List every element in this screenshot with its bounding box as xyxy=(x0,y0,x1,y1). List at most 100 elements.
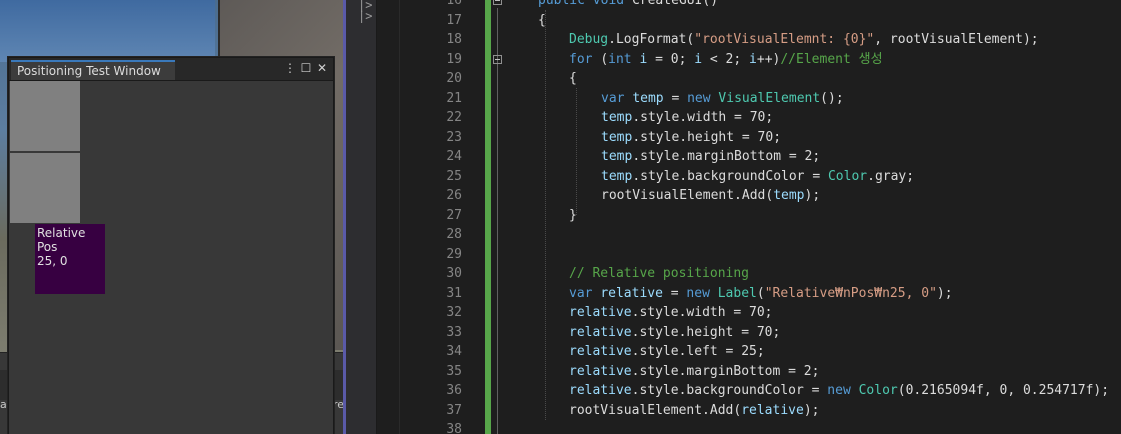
code-text: Debug.LogFormat("rootVisualElemnt: {0}",… xyxy=(569,30,1039,49)
code-editor[interactable]: 16 public void CreateGUI() 17{18 Debug.LogF… xyxy=(400,0,1121,434)
code-token: (); xyxy=(820,90,844,106)
line-number: 18 xyxy=(446,32,462,47)
code-token: relative xyxy=(569,305,632,320)
code-line[interactable]: 37 rootVisualElement.Add(relative); xyxy=(400,401,1121,421)
code-line[interactable]: 22 temp.style.width = 70; xyxy=(400,108,1121,128)
gray-element-1 xyxy=(10,81,80,151)
code-token: LogFormat( xyxy=(615,32,695,47)
code-token: // Relative positioning xyxy=(569,266,750,281)
code-token: ++) xyxy=(756,51,781,67)
line-number: 27 xyxy=(446,207,462,223)
gutter-arrow-icon[interactable]: |> |> xyxy=(358,0,372,22)
code-token: int xyxy=(608,51,640,67)
code-token: , rootVisualElement); xyxy=(874,32,1039,47)
code-token: i xyxy=(749,51,757,67)
code-line[interactable]: 25 temp.style.backgroundColor = Color.gra… xyxy=(400,167,1121,187)
code-line[interactable]: 31 var relative = new Label("Relative₩nPo… xyxy=(400,284,1121,304)
code-token: .gray; xyxy=(867,168,915,184)
code-text: temp.style.backgroundColor = Color.gray; xyxy=(601,167,914,186)
line-number: 25 xyxy=(446,168,462,184)
line-number: 33 xyxy=(446,324,462,340)
code-token: ); xyxy=(804,188,821,203)
code-line[interactable]: 24 temp.style.marginBottom = 2; xyxy=(400,147,1121,167)
line-number: 16 xyxy=(446,0,462,8)
code-line[interactable]: 35 relative.style.marginBottom = 2; xyxy=(400,362,1121,382)
more-menu-icon[interactable]: ⋮ xyxy=(283,61,297,75)
code-token: Color xyxy=(827,168,868,184)
code-text: relative.style.left = 25; xyxy=(569,342,765,361)
code-token: public xyxy=(538,0,593,8)
code-token: .style.height = 70; xyxy=(631,324,781,340)
code-text: { xyxy=(569,69,577,88)
code-line[interactable]: 33 relative.style.height = 70; xyxy=(400,323,1121,343)
code-line[interactable]: 26 rootVisualElement.Add(temp); xyxy=(400,186,1121,206)
code-line[interactable]: 17{ xyxy=(400,11,1121,31)
code-token: temp xyxy=(601,149,633,164)
window-tab[interactable]: Positioning Test Window xyxy=(11,60,175,80)
code-token: (0.2165094f, 0, 0.254717f); xyxy=(897,383,1110,398)
code-token: .style.marginBottom = 2; xyxy=(631,363,820,379)
scene-sky xyxy=(0,0,215,62)
maximize-icon[interactable]: ☐ xyxy=(299,61,313,75)
code-line[interactable]: 29 xyxy=(400,245,1121,265)
code-token: VisualElement xyxy=(718,90,821,106)
code-token: var xyxy=(601,90,633,106)
code-line[interactable]: 30 // Relative positioning xyxy=(400,264,1121,284)
code-line[interactable]: 21 var temp = new VisualElement(); xyxy=(400,89,1121,109)
line-number: 29 xyxy=(446,246,462,262)
code-line[interactable]: 38 xyxy=(400,420,1121,434)
code-line[interactable]: 20 { xyxy=(400,69,1121,89)
code-text: temp.style.width = 70; xyxy=(601,108,773,127)
code-line[interactable]: 18 Debug.LogFormat("rootVisualElemnt: {0}… xyxy=(400,30,1121,50)
code-text: relative.style.backgroundColor = new Col… xyxy=(569,381,1109,400)
code-token: .style.marginBottom = 2; xyxy=(632,149,821,164)
code-text: temp.style.height = 70; xyxy=(601,128,781,147)
window-titlebar[interactable]: Positioning Test Window ⋮ ☐ ✕ xyxy=(9,58,333,81)
code-token: Debug xyxy=(569,32,609,47)
code-line[interactable]: 28 xyxy=(400,225,1121,245)
code-line[interactable]: 27} xyxy=(400,206,1121,226)
code-token: "Relative₩nPos₩n25, 0" xyxy=(764,285,937,301)
code-token: ( xyxy=(756,285,765,301)
code-line[interactable]: 32 relative.style.width = 70; xyxy=(400,303,1121,323)
code-token: temp xyxy=(601,168,633,184)
code-line[interactable]: 36 relative.style.backgroundColor = new C… xyxy=(400,381,1121,401)
line-number: 17 xyxy=(446,12,462,28)
code-token: relative xyxy=(569,363,632,379)
code-line[interactable]: 34 relative.style.left = 25; xyxy=(400,342,1121,362)
code-token: ( xyxy=(600,51,609,67)
code-token: temp xyxy=(773,188,805,203)
code-token: new xyxy=(686,285,718,301)
code-token: relative xyxy=(741,402,804,418)
code-token: .style.height = 70; xyxy=(632,129,782,145)
gray-element-2 xyxy=(10,153,80,223)
relative-label: Relative Pos 25, 0 xyxy=(35,224,105,294)
code-token: = xyxy=(662,285,687,301)
code-text: relative.style.height = 70; xyxy=(569,323,780,342)
unity-editor-area: al re Positioning Test Window ⋮ ☐ ✕ Rela… xyxy=(0,0,346,434)
line-number: 20 xyxy=(446,71,462,86)
code-token: rootVisualElement.Add( xyxy=(569,402,742,418)
close-icon[interactable]: ✕ xyxy=(315,61,329,75)
code-text: rootVisualElement.Add(temp); xyxy=(601,186,820,205)
code-token: //Element 생성 xyxy=(780,51,883,67)
code-line[interactable]: 16 public void CreateGUI() xyxy=(400,0,1121,11)
fold-toggle-icon[interactable] xyxy=(493,54,502,64)
code-text: relative.style.width = 70; xyxy=(569,303,773,322)
code-line[interactable]: 19 for (int i = 0; i < 2; i++)//Element 생… xyxy=(400,50,1121,70)
code-token: for xyxy=(569,51,601,67)
code-text: rootVisualElement.Add(relative); xyxy=(569,401,819,420)
code-token: .style.backgroundColor = xyxy=(632,168,828,184)
code-token: rootVisualElement.Add( xyxy=(601,188,774,203)
line-number: 36 xyxy=(446,383,462,398)
line-number: 31 xyxy=(446,285,462,301)
code-token: relative xyxy=(600,285,663,301)
code-token: relative xyxy=(569,344,632,359)
code-line[interactable]: 23 temp.style.height = 70; xyxy=(400,128,1121,148)
code-token: temp xyxy=(632,90,664,106)
line-number: 19 xyxy=(446,51,462,67)
fold-toggle-icon[interactable] xyxy=(493,0,502,5)
line-number: 35 xyxy=(446,363,462,379)
code-token: i xyxy=(694,51,703,67)
code-text: relative.style.marginBottom = 2; xyxy=(569,362,819,381)
